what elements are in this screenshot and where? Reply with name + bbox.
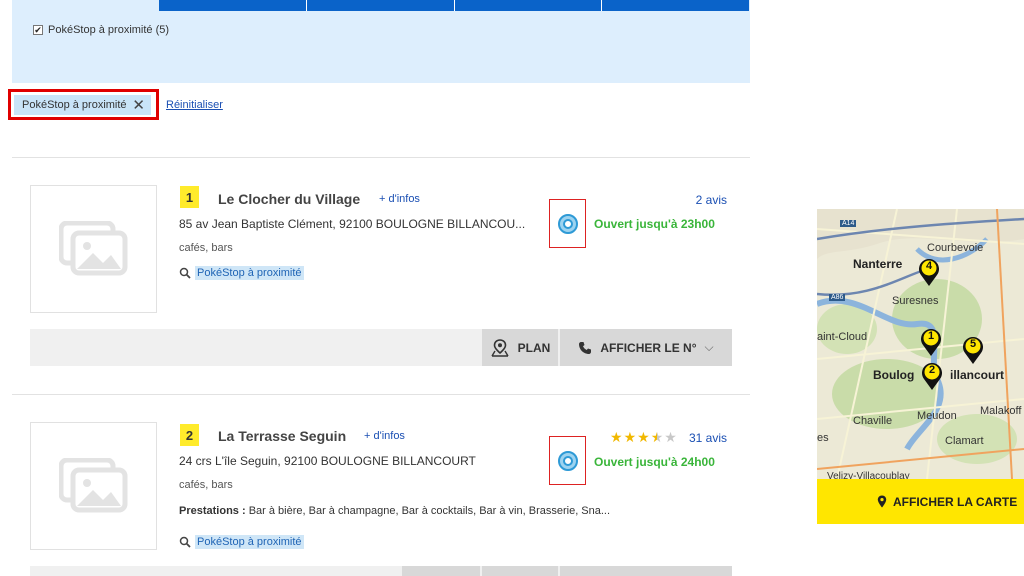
search-icon — [179, 267, 191, 279]
pokestop-filter-checkbox[interactable]: ✔ — [33, 25, 43, 35]
map-label: illancourt — [950, 368, 1005, 382]
map-label: aint-Cloud — [817, 331, 868, 343]
action-bar: PLAN AFFICHER LE N° ⌵ — [30, 329, 732, 366]
map-marker[interactable]: 5 — [961, 335, 985, 365]
map-marker-number: 2 — [928, 364, 936, 376]
map-label: Courbevoie — [927, 242, 984, 254]
image-placeholder-icon[interactable] — [30, 185, 157, 313]
more-info-link[interactable]: + d'infos — [364, 430, 405, 442]
services-label: Prestations : — [179, 505, 246, 517]
map-marker-number: 4 — [925, 260, 933, 272]
filter-tab[interactable] — [454, 0, 603, 11]
services-list: Prestations : Bar à bière, Bar à champag… — [179, 505, 610, 517]
pokestop-filter-label: PokéStop à proximité (5) — [48, 24, 170, 36]
map-pin-icon — [491, 338, 509, 357]
reviews-link[interactable]: 2 avis — [642, 193, 727, 207]
target-icon — [557, 450, 578, 471]
filter-tabs-strip[interactable] — [159, 0, 749, 11]
plan-button[interactable] — [482, 566, 558, 576]
map-marker[interactable]: 2 — [920, 361, 944, 391]
pokestop-label: PokéStop à proximité — [195, 535, 304, 549]
star-icon: ★ — [610, 429, 623, 445]
map-label: Nanterre — [853, 257, 903, 271]
star-icon: ★ — [637, 429, 650, 445]
active-filter-highlight: PokéStop à proximité ✕ — [8, 89, 159, 120]
star-icon: ★ — [650, 429, 664, 445]
divider — [12, 394, 750, 395]
map-label: es — [817, 432, 829, 444]
result-category: cafés, bars — [179, 242, 233, 254]
pokestop-marker — [549, 199, 586, 248]
target-icon — [557, 213, 578, 234]
result-title[interactable]: La Terrasse Seguin — [218, 428, 346, 444]
search-icon — [179, 536, 191, 548]
reviews-link[interactable]: 31 avis — [672, 431, 727, 445]
map-marker[interactable]: 1 — [919, 327, 943, 357]
map-label: Velizy-Villacoublay — [827, 471, 910, 479]
map-marker-number: 5 — [969, 338, 977, 350]
map-label: Meudon — [917, 410, 957, 422]
pokestop-filter-option[interactable]: ✔ PokéStop à proximité (5) — [33, 24, 169, 36]
result-number: 1 — [180, 186, 199, 208]
road-badge: A86 — [829, 294, 846, 301]
image-placeholder-icon[interactable] — [30, 422, 157, 550]
rating-stars: ★ ★ ★ ★ ★ — [610, 430, 677, 444]
more-info-link[interactable]: + d'infos — [379, 193, 420, 205]
plan-button-label: PLAN — [517, 340, 551, 355]
divider — [12, 157, 750, 158]
action-button[interactable] — [402, 566, 480, 576]
reset-filters-link[interactable]: Réinitialiser — [166, 99, 223, 111]
show-map-label: AFFICHER LA CARTE — [893, 494, 1018, 509]
result-number: 2 — [180, 424, 199, 446]
map-label: Clamart — [945, 435, 984, 447]
result-address: 85 av Jean Baptiste Clément, 92100 BOULO… — [179, 217, 526, 231]
map-label: Boulog — [873, 368, 915, 382]
filter-tab[interactable] — [159, 0, 307, 11]
plan-button[interactable]: PLAN — [482, 329, 558, 366]
star-icon: ★ — [623, 429, 637, 445]
services-values: Bar à bière, Bar à champagne, Bar à cock… — [248, 505, 611, 517]
result-category: cafés, bars — [179, 479, 233, 491]
result-address: 24 crs L'île Seguin, 92100 BOULOGNE BILL… — [179, 454, 476, 468]
map-label: Suresnes — [892, 295, 939, 307]
show-phone-button[interactable] — [560, 566, 732, 576]
pokestop-label: PokéStop à proximité — [195, 266, 304, 280]
map-pin-icon — [877, 495, 887, 508]
active-filter-label: PokéStop à proximité — [22, 99, 127, 111]
close-icon[interactable]: ✕ — [132, 98, 145, 113]
opening-status: Ouvert jusqu'à 24h00 — [594, 455, 715, 469]
active-filter-chip[interactable]: PokéStop à proximité ✕ — [14, 95, 151, 115]
filter-tab[interactable] — [306, 0, 455, 11]
result-title[interactable]: Le Clocher du Village — [218, 191, 360, 207]
chevron-down-icon: ⌵ — [704, 340, 714, 354]
map-preview[interactable]: A14 A86 Courbevoie Nanterre Suresnes ain… — [817, 209, 1024, 479]
phone-icon — [579, 341, 592, 354]
map-marker-number: 1 — [927, 330, 935, 342]
pokestop-marker — [549, 436, 586, 485]
show-phone-button[interactable]: AFFICHER LE N° ⌵ — [560, 329, 732, 366]
pokestop-tag: PokéStop à proximité — [179, 535, 304, 549]
road-badge: A14 — [840, 220, 857, 227]
show-map-button[interactable]: AFFICHER LA CARTE — [817, 479, 1024, 524]
opening-status: Ouvert jusqu'à 23h00 — [594, 217, 715, 231]
show-phone-label: AFFICHER LE N° — [600, 340, 697, 355]
map-label: Malakoff — [980, 405, 1022, 417]
map-label: Chaville — [853, 415, 893, 427]
map-marker[interactable]: 4 — [917, 257, 941, 287]
action-bar — [30, 566, 732, 576]
filter-tab[interactable] — [602, 0, 749, 11]
filter-panel — [12, 0, 750, 83]
pokestop-tag: PokéStop à proximité — [179, 266, 304, 280]
